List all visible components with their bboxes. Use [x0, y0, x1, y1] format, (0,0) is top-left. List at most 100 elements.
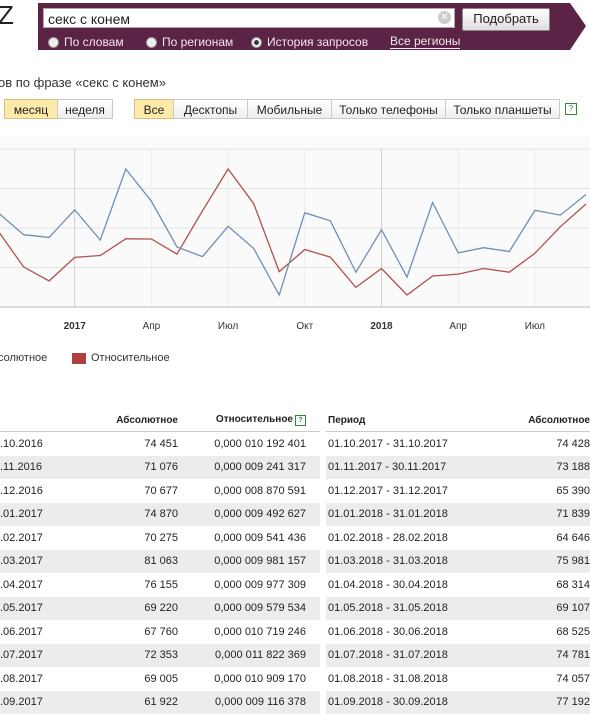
table-cell: 74 057	[478, 667, 590, 691]
search-bar-arrow	[570, 3, 586, 50]
table-cell: 74 870	[60, 503, 178, 527]
table-cell: 0,000 010 192 401	[178, 432, 306, 456]
table-cell	[306, 597, 320, 621]
corner-glyph: Z	[0, 0, 14, 31]
region-link[interactable]: Все регионы	[390, 35, 460, 49]
table-cell: .04.2017	[0, 573, 60, 597]
tab-tablets-only[interactable]: Только планшеты	[445, 99, 560, 119]
table-cell: 01.02.2018 - 28.02.2018	[326, 526, 478, 550]
table-cell	[306, 644, 320, 668]
table-cell: 0,000 009 977 309	[178, 573, 306, 597]
table-cell: 72 353	[60, 644, 178, 668]
table-cell: .02.2017	[0, 526, 60, 550]
table-cell	[306, 479, 320, 503]
table-cell: 01.10.2017 - 31.10.2017	[326, 432, 478, 456]
table-row: .05.201769 2200,000 009 579 534	[0, 597, 320, 621]
table-cell: 68 525	[478, 620, 590, 644]
table-row: 01.03.2018 - 31.03.201875 981	[326, 550, 590, 574]
table-cell: 01.05.2018 - 31.05.2018	[326, 597, 478, 621]
tab-all-devices[interactable]: Все	[134, 99, 174, 119]
table-cell: 01.09.2018 - 30.09.2018	[326, 691, 478, 714]
mode-label: По словам	[64, 35, 124, 49]
table-cell: 0,000 009 981 157	[178, 550, 306, 574]
table-row: 01.07.2018 - 31.07.201874 781	[326, 644, 590, 668]
help-icon[interactable]: ?	[295, 415, 306, 426]
table-cell: .12.2016	[0, 479, 60, 503]
table-row: 01.01.2018 - 31.01.201871 839	[326, 503, 590, 527]
table-cell: 65 390	[478, 479, 590, 503]
table-row: .01.201774 8700,000 009 492 627	[0, 503, 320, 527]
table-cell: 61 922	[60, 691, 178, 714]
search-input[interactable]: секс с конем	[43, 8, 455, 28]
table-cell	[306, 573, 320, 597]
table-row: 01.02.2018 - 28.02.201864 646	[326, 526, 590, 550]
mode-radio-regions[interactable]: По регионам	[146, 35, 233, 49]
table-cell	[306, 550, 320, 574]
table-cell: 0,000 008 870 591	[178, 479, 306, 503]
tab-week[interactable]: неделя	[57, 99, 113, 119]
table-cell: 69 005	[60, 667, 178, 691]
x-tick-label: 2018	[370, 321, 393, 332]
table-cell: 0,000 009 116 378	[178, 691, 306, 714]
page-subtitle: ов по фразе «секс с конем»	[0, 75, 166, 90]
x-tick-label: Июл	[218, 321, 238, 332]
table-cell: .01.2017	[0, 503, 60, 527]
table-cell: 67 760	[60, 620, 178, 644]
table-cell: 0,000 010 719 246	[178, 620, 306, 644]
table-cell: 01.06.2018 - 30.06.2018	[326, 620, 478, 644]
table-row: 01.05.2018 - 31.05.201869 107	[326, 597, 590, 621]
table-row: .07.201772 3530,000 011 822 369	[0, 644, 320, 668]
table-row: 01.04.2018 - 30.04.201868 314	[326, 573, 590, 597]
table-cell	[306, 526, 320, 550]
radio-icon	[48, 37, 59, 48]
table-row: 01.12.2017 - 31.12.201765 390	[326, 479, 590, 503]
col-header-period: Период	[326, 409, 478, 432]
table-cell: 01.04.2018 - 30.04.2018	[326, 573, 478, 597]
legend-absolute: солютное	[0, 352, 47, 364]
table-cell: .11.2016	[0, 456, 60, 480]
mode-radio-history[interactable]: История запросов	[251, 35, 368, 49]
table-cell: 69 107	[478, 597, 590, 621]
table-cell: 0,000 009 492 627	[178, 503, 306, 527]
table-cell	[306, 620, 320, 644]
mode-radio-words[interactable]: По словам	[48, 35, 124, 49]
table-row: .12.201670 6770,000 008 870 591	[0, 479, 320, 503]
table-cell: 01.11.2017 - 30.11.2017	[326, 456, 478, 480]
table-row: .06.201767 7600,000 010 719 246	[0, 620, 320, 644]
x-tick-label: Апр	[143, 321, 161, 332]
clear-icon[interactable]: ✕	[438, 11, 451, 24]
table-cell: 0,000 009 241 317	[178, 456, 306, 480]
table-cell: 01.01.2018 - 31.01.2018	[326, 503, 478, 527]
submit-button[interactable]: Подобрать	[462, 8, 550, 31]
table-cell: 01.07.2018 - 31.07.2018	[326, 644, 478, 668]
table-cell: 70 677	[60, 479, 178, 503]
col-header-absolute: Абсолютное	[60, 409, 178, 432]
legend-swatch-relative	[72, 353, 86, 364]
table-cell: 76 155	[60, 573, 178, 597]
table-cell: 01.12.2017 - 31.12.2017	[326, 479, 478, 503]
history-table-right: Период Абсолютное 01.10.2017 - 31.10.201…	[326, 409, 590, 714]
table-row: .11.201671 0760,000 009 241 317	[0, 456, 320, 480]
table-cell: 01.03.2018 - 31.03.2018	[326, 550, 478, 574]
table-row: 01.11.2017 - 30.11.201773 188	[326, 456, 590, 480]
table-cell: 0,000 011 822 369	[178, 644, 306, 668]
tab-month[interactable]: месяц	[4, 99, 58, 119]
table-cell: .10.2016	[0, 432, 60, 456]
table-cell: 81 063	[60, 550, 178, 574]
help-icon[interactable]: ?	[565, 103, 577, 115]
table-row: .10.201674 4510,000 010 192 401	[0, 432, 320, 456]
tab-phones-only[interactable]: Только телефоны	[331, 99, 446, 119]
table-cell: 68 314	[478, 573, 590, 597]
table-cell: 71 839	[478, 503, 590, 527]
table-cell: 0,000 009 541 436	[178, 526, 306, 550]
mode-label: История запросов	[267, 35, 368, 49]
table-row: .02.201770 2750,000 009 541 436	[0, 526, 320, 550]
table-cell: 01.08.2018 - 31.08.2018	[326, 667, 478, 691]
table-cell: .09.2017	[0, 691, 60, 714]
tab-mobile[interactable]: Мобильные	[247, 99, 332, 119]
table-cell: 71 076	[60, 456, 178, 480]
table-cell: .05.2017	[0, 597, 60, 621]
table-cell: .07.2017	[0, 644, 60, 668]
table-cell: 0,000 010 909 170	[178, 667, 306, 691]
tab-desktops[interactable]: Десктопы	[173, 99, 248, 119]
